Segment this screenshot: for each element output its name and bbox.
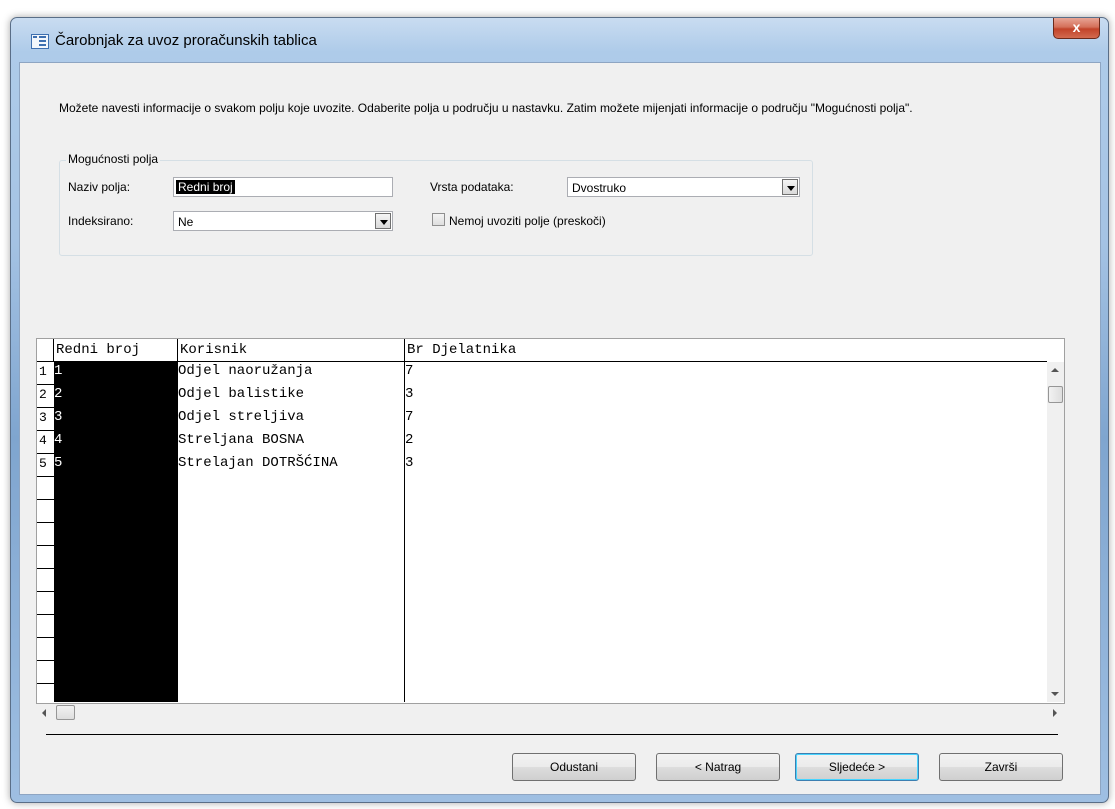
table-cell: 4 (54, 432, 63, 448)
row-number: 4 (37, 431, 54, 454)
scroll-up-icon[interactable] (1051, 368, 1059, 372)
access-table-icon (31, 34, 49, 49)
indexed-dropdown[interactable]: Ne (173, 211, 393, 231)
table-cell: 3 (54, 409, 63, 425)
horizontal-scrollbar[interactable] (36, 704, 1063, 721)
table-cell: 5 (54, 455, 63, 471)
row-number: 3 (37, 408, 54, 431)
table-cell: 7 (405, 363, 414, 379)
row-number (37, 569, 54, 592)
table-cell: Odjel balistike (178, 386, 305, 402)
skip-field-label[interactable]: Nemoj uvoziti polje (preskoči) (449, 214, 606, 228)
wizard-content: Možete navesti informacije o svakom polj… (19, 62, 1101, 795)
row-number: 5 (37, 454, 54, 477)
table-cell: Strelajan DOTRŠĆINA (178, 455, 338, 471)
field-options-group: Mogućnosti polja Naziv polja: Redni broj… (59, 152, 813, 256)
finish-button[interactable]: Završi (939, 753, 1063, 781)
table-cell: 3 (405, 386, 414, 402)
table-cell: 7 (405, 409, 414, 425)
chevron-down-icon[interactable] (375, 213, 391, 229)
close-button[interactable]: x (1053, 18, 1100, 39)
row-number (37, 500, 54, 523)
skip-field-checkbox[interactable] (432, 213, 445, 226)
data-preview-grid[interactable]: Redni broj Korisnik Br Djelatnika 1 2 3 … (36, 338, 1065, 704)
row-number (37, 592, 54, 615)
row-number (37, 638, 54, 661)
divider (46, 734, 1058, 735)
scroll-thumb[interactable] (56, 705, 75, 720)
field-name-value: Redni broj (176, 180, 235, 194)
column-header[interactable]: Korisnik (178, 339, 405, 361)
column-header[interactable]: Br Djelatnika (405, 339, 1047, 361)
indexed-label: Indeksirano: (68, 214, 134, 228)
field-name-input[interactable]: Redni broj (173, 177, 393, 197)
column-header[interactable]: Redni broj (54, 339, 178, 361)
window-title: Čarobnjak za uvoz proračunskih tablica (55, 32, 317, 49)
data-type-value: Dvostruko (572, 181, 627, 195)
scroll-right-icon[interactable] (1053, 709, 1057, 717)
row-number: 2 (37, 385, 54, 408)
indexed-value: Ne (178, 215, 194, 229)
table-cell: Odjel streljiva (178, 409, 305, 425)
title-bar[interactable]: Čarobnjak za uvoz proračunskih tablica x (11, 18, 1108, 62)
row-number: 1 (37, 362, 54, 385)
row-number (37, 477, 54, 500)
row-number (37, 661, 54, 684)
row-number (37, 546, 54, 569)
row-number (37, 615, 54, 638)
grid-header: Redni broj Korisnik Br Djelatnika (37, 339, 1047, 362)
scroll-down-icon[interactable] (1051, 692, 1059, 696)
field-options-legend: Mogućnosti polja (66, 152, 161, 166)
data-type-label: Vrsta podataka: (430, 180, 514, 194)
cancel-button[interactable]: Odustani (512, 753, 636, 781)
row-number (37, 523, 54, 546)
instructions-text: Možete navesti informacije o svakom polj… (59, 101, 913, 115)
table-cell: 1 (54, 363, 63, 379)
scroll-left-icon[interactable] (42, 709, 46, 717)
data-type-dropdown[interactable]: Dvostruko (567, 177, 800, 197)
table-cell: Streljana BOSNA (178, 432, 305, 448)
field-name-label: Naziv polja: (68, 180, 131, 194)
row-number-gutter: 1 2 3 4 5 (37, 362, 55, 702)
chevron-down-icon[interactable] (782, 179, 798, 195)
scroll-thumb[interactable] (1048, 386, 1063, 403)
vertical-scrollbar[interactable] (1047, 362, 1064, 702)
table-cell: Odjel naoružanja (178, 363, 313, 379)
import-wizard-window: Čarobnjak za uvoz proračunskih tablica x… (10, 17, 1109, 803)
table-cell: 2 (405, 432, 414, 448)
row-number-header (37, 339, 54, 361)
next-button[interactable]: Sljedeće > (795, 753, 919, 781)
table-cell: 2 (54, 386, 63, 402)
table-cell: 3 (405, 455, 414, 471)
back-button[interactable]: < Natrag (656, 753, 780, 781)
